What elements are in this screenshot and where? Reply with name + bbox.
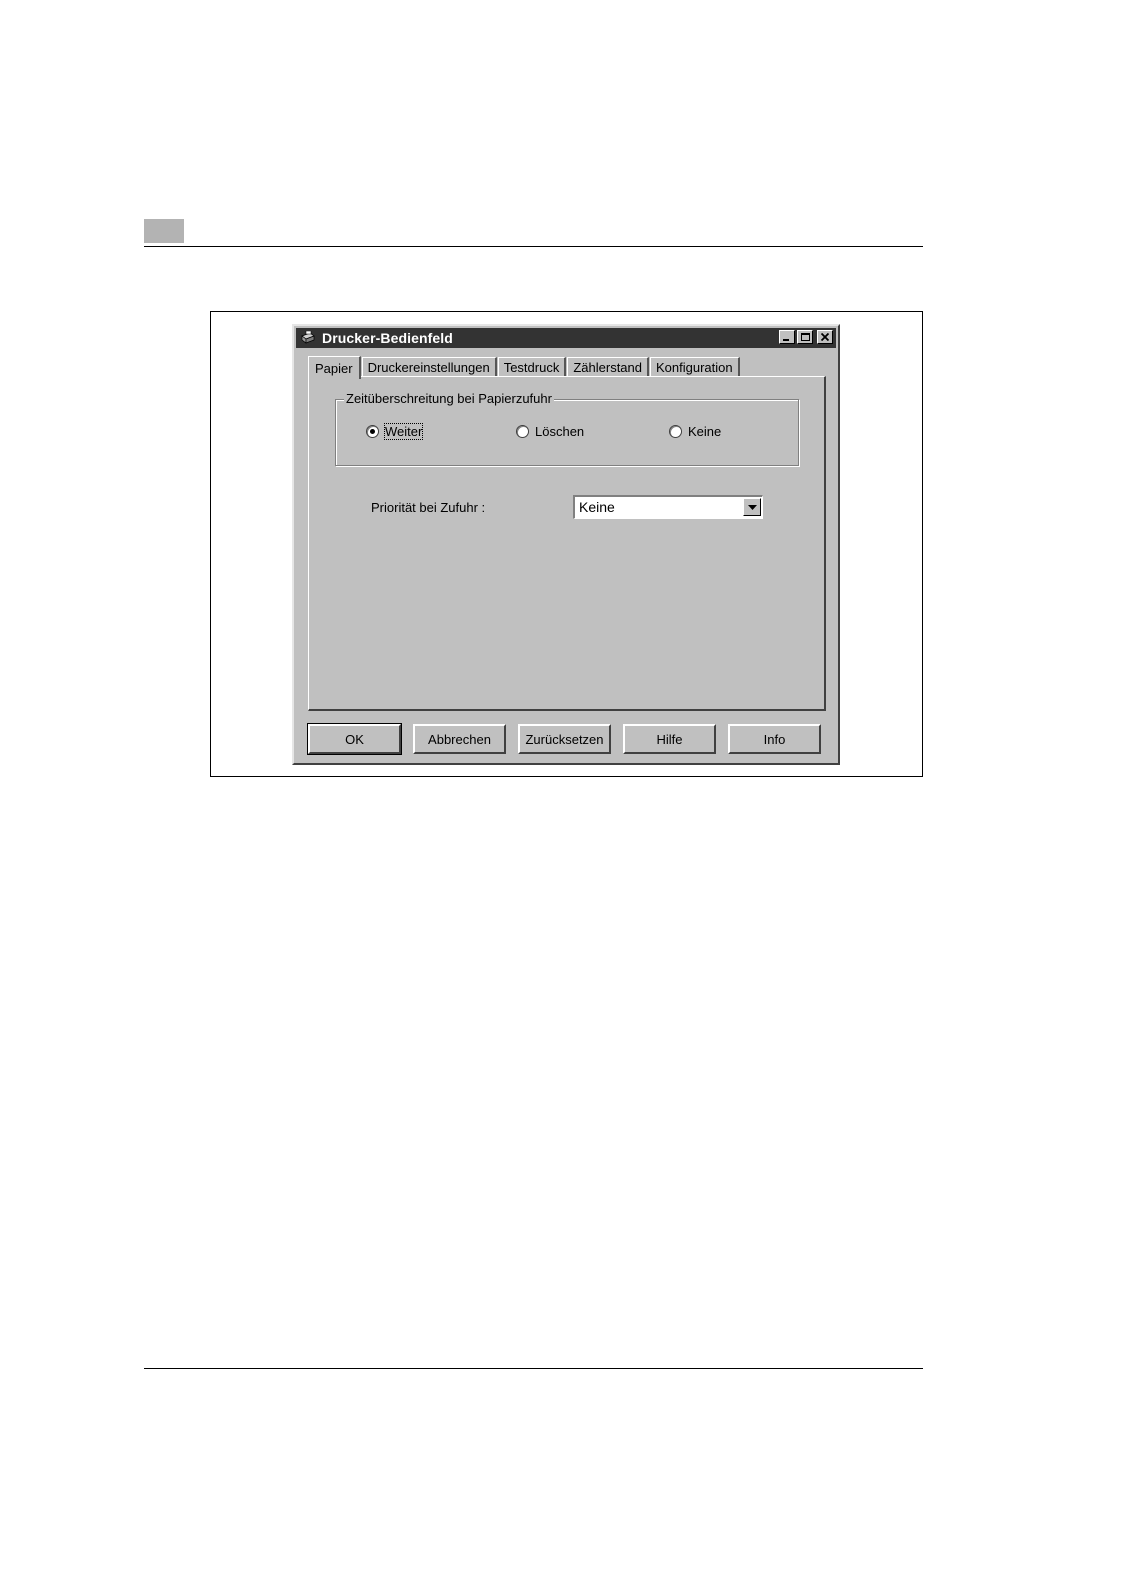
printer-control-panel-dialog: Drucker-Bedienfeld Papier Druckereinstel…: [292, 324, 840, 765]
maximize-button[interactable]: [797, 330, 813, 344]
maximize-icon: [800, 333, 810, 341]
minimize-button[interactable]: [779, 330, 795, 344]
radio-selected-dot: [370, 429, 375, 434]
feed-priority-value: Keine: [579, 499, 615, 515]
radio-label: Weiter: [383, 423, 424, 440]
dialog-title: Drucker-Bedienfeld: [322, 330, 453, 346]
printer-icon: [299, 330, 317, 346]
radio-label: Keine: [688, 424, 722, 439]
title-bar[interactable]: Drucker-Bedienfeld: [296, 328, 836, 348]
radio-button[interactable]: [366, 425, 379, 438]
radio-weiter[interactable]: Weiter: [366, 423, 424, 440]
reset-button[interactable]: Zurücksetzen: [518, 724, 611, 754]
feed-priority-select[interactable]: Keine: [573, 495, 763, 519]
ok-button[interactable]: OK: [307, 723, 402, 755]
dialog-button-row: OK Abbrechen Zurücksetzen Hilfe Info: [307, 723, 821, 755]
paper-feed-timeout-group: Zeitüberschreitung bei Papierzufuhr Weit…: [335, 391, 799, 466]
tab-konfiguration[interactable]: Konfiguration: [650, 357, 740, 377]
close-icon: [821, 333, 829, 341]
radio-button[interactable]: [669, 425, 682, 438]
radio-label: Löschen: [535, 424, 585, 439]
radio-button[interactable]: [516, 425, 529, 438]
tab-testdruck[interactable]: Testdruck: [497, 357, 567, 377]
page-tab-marker: [144, 219, 184, 243]
close-button[interactable]: [817, 330, 833, 344]
group-label: Zeitüberschreitung bei Papierzufuhr: [344, 391, 554, 406]
chevron-down-icon: [747, 504, 757, 510]
radio-keine[interactable]: Keine: [669, 424, 721, 439]
dropdown-button[interactable]: [743, 498, 761, 516]
minimize-icon: [783, 339, 789, 341]
help-button[interactable]: Hilfe: [623, 724, 716, 754]
tab-zaehlerstand[interactable]: Zählerstand: [567, 357, 649, 377]
info-button[interactable]: Info: [728, 724, 821, 754]
tab-panel-papier: Zeitüberschreitung bei Papierzufuhr Weit…: [308, 376, 826, 711]
tab-druckereinstellungen[interactable]: Druckereinstellungen: [361, 357, 497, 377]
radio-loeschen[interactable]: Löschen: [516, 424, 584, 439]
header-rule: [144, 246, 923, 247]
tab-papier[interactable]: Papier: [308, 356, 361, 379]
feed-priority-label: Priorität bei Zufuhr :: [371, 500, 486, 515]
cancel-button[interactable]: Abbrechen: [413, 724, 506, 754]
footer-rule: [144, 1368, 923, 1369]
tab-strip: Papier Druckereinstellungen Testdruck Zä…: [308, 355, 741, 379]
